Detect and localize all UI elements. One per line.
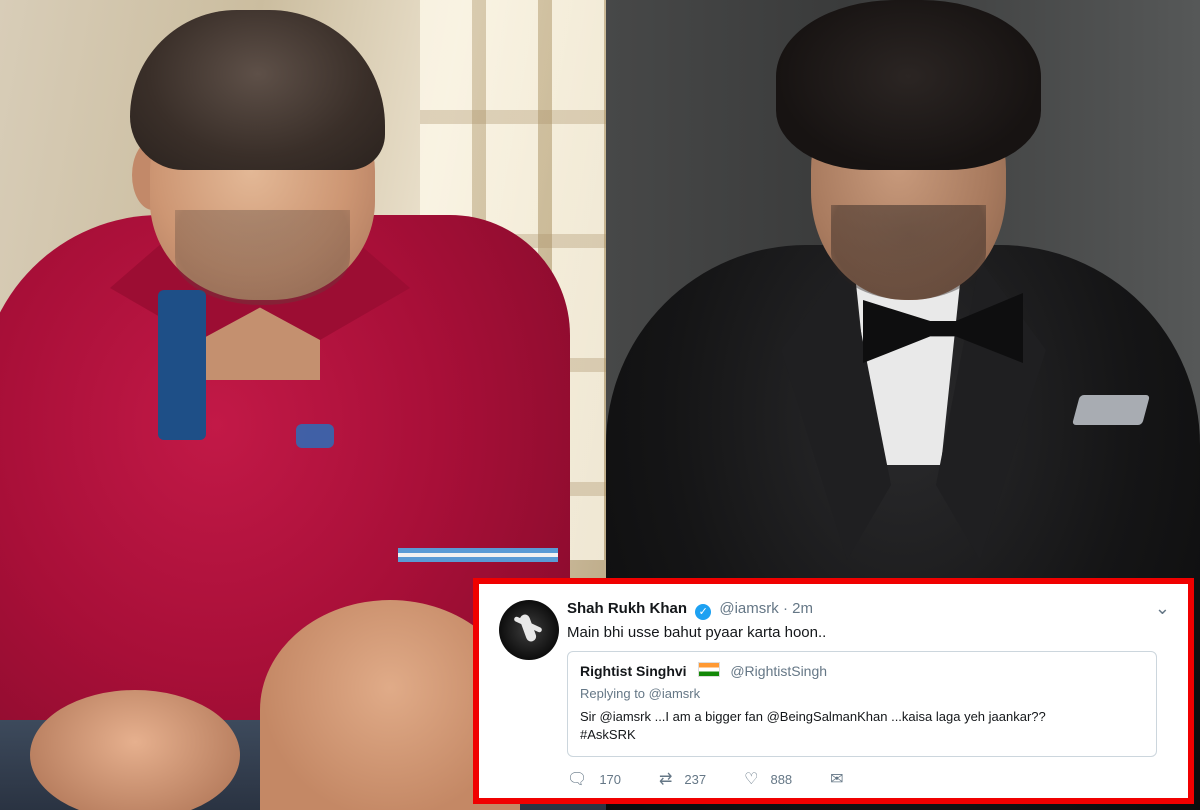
header-separator: · [782,600,788,617]
quoted-header: Rightist Singhvi @RightistSingh [580,662,1144,679]
reply-icon: 🗨 [567,771,588,788]
like-count: 888 [770,771,793,787]
tweet-header: Shah Rukh Khan ✓ @iamsrk · 2m [567,600,813,620]
hair-left-person [130,10,385,170]
reply-count: 170 [599,771,622,787]
like-button[interactable]: ♡ 888 [744,769,792,789]
quoted-tweet[interactable]: Rightist Singhvi @RightistSingh Replying… [567,651,1157,757]
tweet-text: Main bhi usse bahut pyaar karta hoon.. [567,624,827,641]
shirt-logo [296,424,334,448]
sleeve-stripe [398,548,558,562]
polo-placket [158,290,206,440]
like-icon: ♡ [744,771,759,788]
quoted-text-line-1: Sir @iamsrk ...I am a bigger fan @BeingS… [580,709,1046,724]
quoted-text: Sir @iamsrk ...I am a bigger fan @BeingS… [580,708,1144,744]
quoted-text-line-2: #AskSRK [580,727,636,742]
retweet-button[interactable]: ⇄ 237 [659,769,706,789]
tweet-actions: 🗨 170 ⇄ 237 ♡ 888 ✉ [567,769,894,789]
verified-badge-icon: ✓ [695,604,712,620]
author-name[interactable]: Shah Rukh Khan [567,600,687,617]
message-icon: ✉ [830,771,844,788]
beard-left-person [175,210,350,305]
beard-right-person [831,205,986,300]
tweet-card: Shah Rukh Khan ✓ @iamsrk · 2m ⌄ Main bhi… [479,584,1188,798]
hand [30,690,240,810]
india-flag-icon [698,662,721,677]
author-handle[interactable]: @iamsrk [719,600,778,617]
retweet-icon: ⇄ [659,771,673,788]
quoted-author-name[interactable]: Rightist Singhvi [580,663,687,679]
message-button[interactable]: ✉ [830,769,855,789]
hair-right-person [776,0,1041,170]
reply-button[interactable]: 🗨 170 [567,769,621,789]
quoted-author-handle[interactable]: @RightistSingh [730,663,827,679]
author-avatar[interactable] [499,600,559,660]
replying-to: Replying to @iamsrk [580,686,701,701]
tweet-highlight-frame: Shah Rukh Khan ✓ @iamsrk · 2m ⌄ Main bhi… [473,578,1194,804]
chevron-down-icon[interactable]: ⌄ [1155,598,1170,619]
retweet-count: 237 [684,771,707,787]
tweet-time[interactable]: 2m [792,600,813,617]
pocket-square [1071,395,1151,425]
